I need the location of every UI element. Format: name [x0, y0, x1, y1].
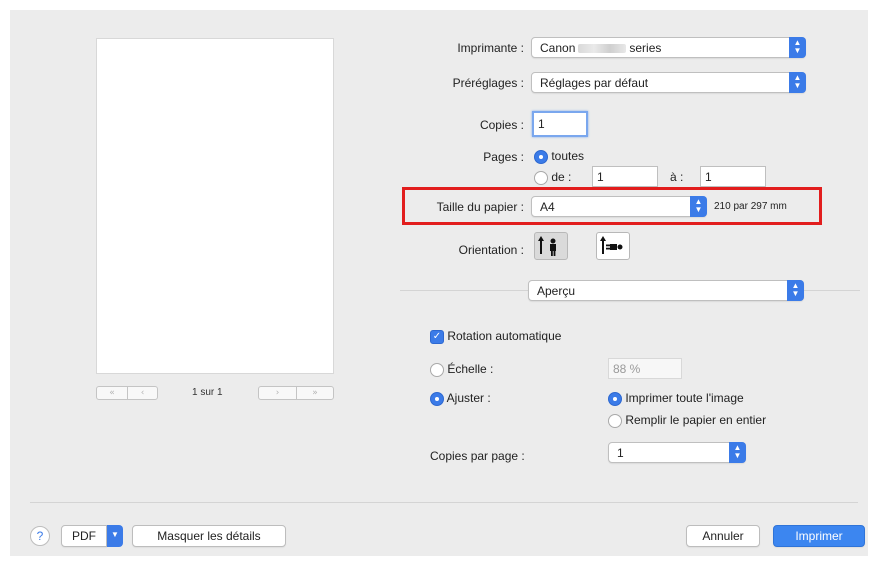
cancel-button[interactable]: Annuler: [686, 525, 760, 547]
footer-divider: [30, 502, 858, 503]
presets-label: Préréglages :: [452, 76, 524, 90]
previous-page-button[interactable]: ‹: [127, 387, 157, 399]
scale-option[interactable]: Échelle :: [430, 362, 493, 377]
fit-option[interactable]: Ajuster :: [430, 391, 491, 406]
paper-size-value: A4: [540, 200, 555, 214]
pages-range-option[interactable]: de :: [534, 170, 571, 185]
portrait-orientation-icon: [538, 236, 556, 256]
print-entire-image-radio[interactable]: [608, 391, 622, 406]
preview-nav-forward: › »: [258, 386, 334, 400]
print-entire-image-option[interactable]: Imprimer toute l'image: [608, 391, 744, 406]
pages-from-label: de :: [551, 170, 572, 184]
printer-popup-arrows-icon: ▲ ▼: [789, 37, 806, 58]
landscape-orientation-button[interactable]: [596, 232, 630, 260]
auto-rotate-checkbox[interactable]: ✓: [430, 329, 444, 344]
copies-field[interactable]: 1: [532, 111, 588, 137]
redacted-model: [578, 44, 627, 54]
scale-field[interactable]: 88 %: [608, 358, 682, 379]
print-entire-image-label: Imprimer toute l'image: [625, 391, 744, 405]
copies-per-page-arrows-icon: ▲ ▼: [729, 442, 746, 463]
preview-nav-back: « ‹: [96, 386, 158, 400]
pages-from-field[interactable]: 1: [592, 166, 658, 187]
page-preview: [96, 38, 334, 374]
hide-details-button[interactable]: Masquer les détails: [132, 525, 286, 547]
scale-label: Échelle :: [447, 362, 494, 376]
presets-popup-arrows-icon: ▲ ▼: [789, 72, 806, 93]
fill-paper-label: Remplir le papier en entier: [625, 413, 767, 427]
pages-label: Pages :: [483, 150, 524, 164]
paper-size-popup[interactable]: A4 ▲ ▼: [531, 196, 707, 217]
auto-rotate-label: Rotation automatique: [447, 329, 562, 343]
landscape-orientation-icon: [600, 236, 623, 254]
fit-radio[interactable]: [430, 391, 444, 406]
print-dialog: « ‹ 1 sur 1 › » Imprimante : Canon series…: [10, 10, 868, 556]
presets-popup[interactable]: Réglages par défaut ▲ ▼: [531, 72, 806, 93]
section-popup-value: Aperçu: [537, 284, 576, 298]
pdf-button[interactable]: PDF: [61, 525, 107, 547]
pages-all-option[interactable]: toutes: [534, 149, 584, 164]
first-page-button[interactable]: «: [97, 387, 127, 399]
copies-per-page-label: Copies par page :: [430, 449, 525, 463]
page-counter: 1 sur 1: [192, 387, 223, 398]
printer-value: Canon series: [540, 41, 662, 55]
copies-label: Copies :: [479, 118, 524, 132]
section-popup[interactable]: Aperçu ▲ ▼: [528, 280, 804, 301]
auto-rotate-option[interactable]: ✓ Rotation automatique: [430, 329, 561, 344]
pages-to-field[interactable]: 1: [700, 166, 766, 187]
fill-paper-option[interactable]: Remplir le papier en entier: [608, 413, 766, 428]
section-popup-arrows-icon: ▲ ▼: [787, 280, 804, 301]
copies-per-page-popup[interactable]: 1 ▲ ▼: [608, 442, 746, 463]
pages-all-radio[interactable]: [534, 149, 548, 164]
pages-all-label: toutes: [551, 149, 585, 163]
print-button[interactable]: Imprimer: [773, 525, 865, 547]
pages-to-label: à :: [670, 170, 684, 184]
scale-radio[interactable]: [430, 362, 444, 377]
portrait-orientation-button[interactable]: [534, 232, 568, 260]
printer-popup[interactable]: Canon series ▲ ▼: [531, 37, 806, 58]
help-button[interactable]: ?: [30, 526, 50, 546]
fill-paper-radio[interactable]: [608, 413, 622, 428]
last-page-button[interactable]: »: [296, 387, 333, 399]
paper-size-label: Taille du papier :: [436, 200, 524, 214]
copies-per-page-value: 1: [617, 446, 624, 460]
pages-range-radio[interactable]: [534, 170, 548, 185]
printer-label: Imprimante :: [457, 41, 524, 55]
paper-dimensions: 210 par 297 mm: [714, 201, 787, 212]
pdf-menu-chevron-down-icon[interactable]: ▼: [107, 525, 123, 547]
fit-label: Ajuster :: [446, 391, 491, 405]
paper-size-popup-arrows-icon: ▲ ▼: [690, 196, 707, 217]
orientation-label: Orientation :: [458, 243, 524, 257]
next-page-button[interactable]: ›: [259, 387, 296, 399]
presets-value: Réglages par défaut: [540, 76, 649, 90]
